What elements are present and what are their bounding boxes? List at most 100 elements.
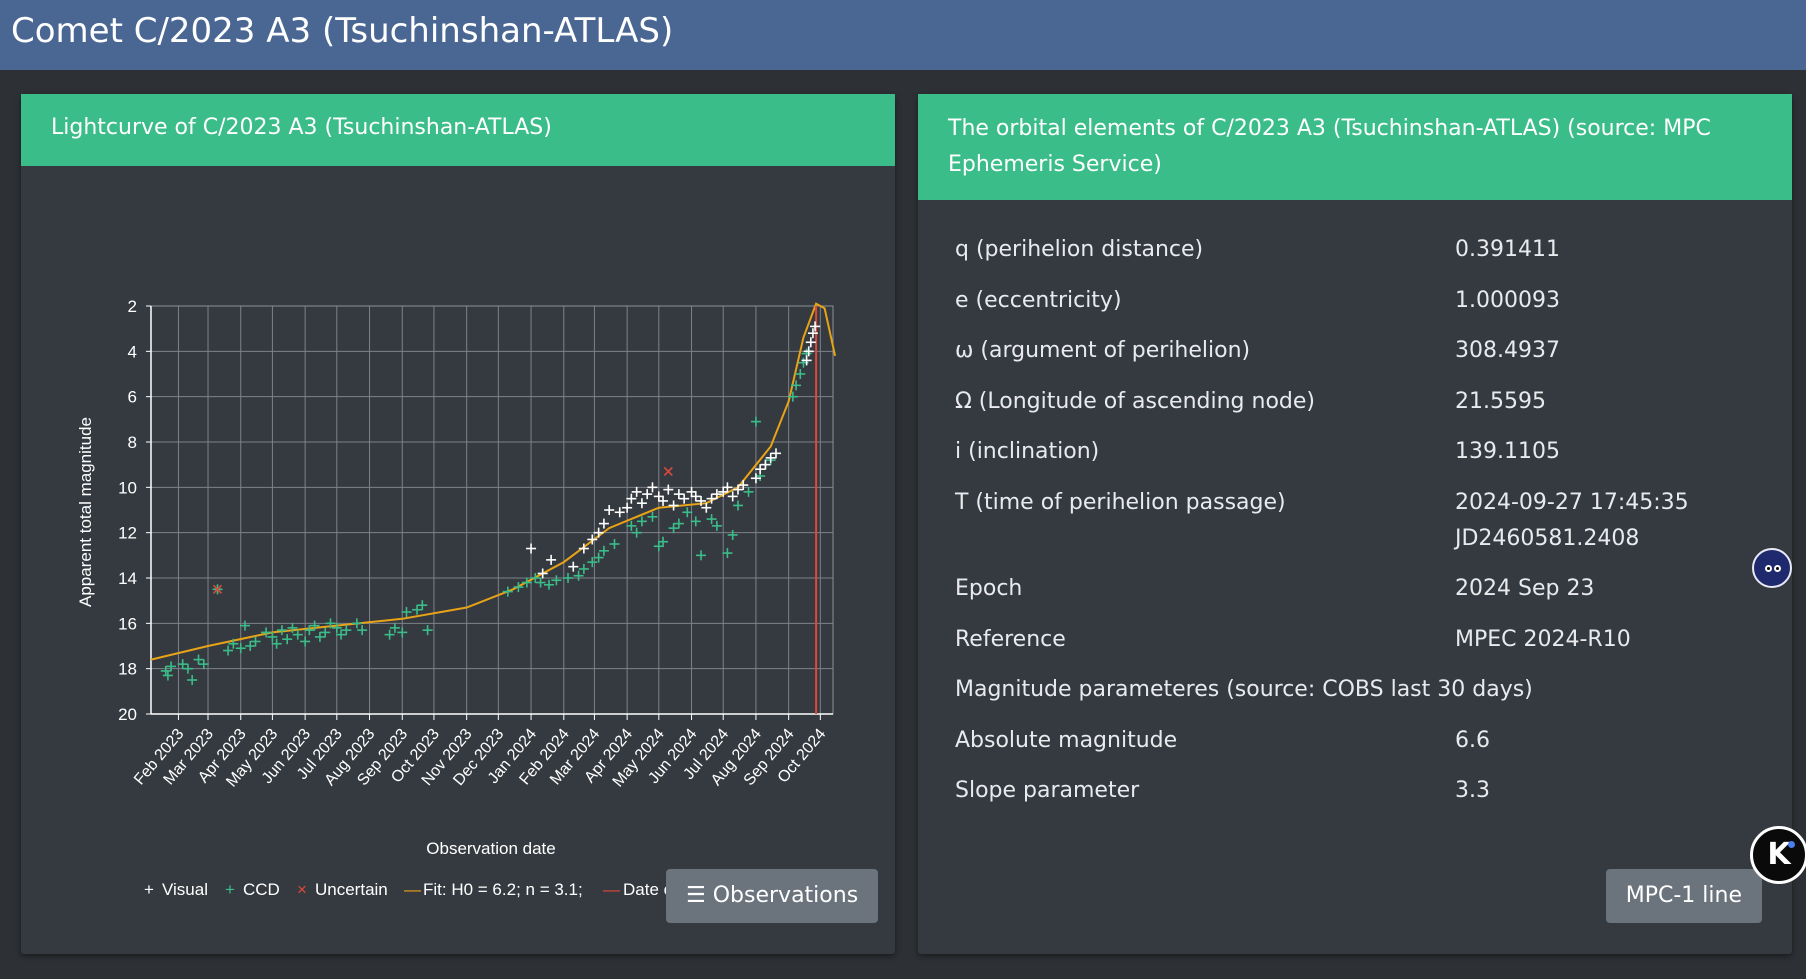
fit-curve (150, 302, 837, 661)
top-bar: Comet C/2023 A3 (Tsuchinshan-ATLAS) (0, 0, 1806, 70)
legend-fit: Fit: H0 = 6.2; n = 3.1; (423, 880, 583, 899)
ccd-point (341, 625, 352, 636)
ccd-point (314, 631, 325, 642)
observations-button[interactable]: ☰ Observations (666, 869, 879, 923)
visual-point (673, 489, 684, 500)
ccd-point (304, 625, 315, 636)
ccd-point (422, 625, 433, 636)
lightcurve-header: Lightcurve of C/2023 A3 (Tsuchinshan-ATL… (21, 94, 895, 166)
element-value: 6.6 (1455, 727, 1490, 753)
ccd-point (166, 661, 177, 672)
perihelion-jd: JD2460581.2408 (1455, 525, 1640, 551)
y-tick-label: 18 (118, 660, 137, 679)
ccd-point (502, 586, 513, 597)
visual-point (711, 489, 722, 500)
element-label: Epoch (955, 576, 1023, 601)
ccd-point (551, 575, 562, 586)
ccd-point (732, 500, 743, 511)
element-value: 2024-09-27 17:45:35 JD2460581.2408 (1455, 485, 1689, 557)
ccd-point (636, 516, 647, 527)
legend-uncertain-marker: × (297, 880, 307, 899)
visual-point (614, 507, 625, 518)
data-points-group (160, 321, 821, 685)
visual-point (668, 500, 679, 511)
visual-point (727, 491, 738, 502)
chart-grid (151, 305, 833, 715)
element-value: MPEC 2024-R10 (1455, 626, 1631, 652)
ccd-point (722, 548, 733, 559)
visual-point (631, 486, 642, 497)
ccd-point (162, 670, 173, 681)
ccd-point (598, 545, 609, 556)
ccd-point (743, 486, 754, 497)
legend-ccd-marker: + (225, 880, 235, 899)
element-value: 139.1105 (1455, 439, 1560, 464)
observations-button-label: Observations (712, 883, 859, 908)
ccd-point (673, 518, 684, 529)
visual-point (526, 543, 537, 554)
ccd-point (609, 539, 620, 549)
element-value: 3.3 (1455, 778, 1490, 803)
visual-point (760, 459, 771, 470)
k-extension-icon[interactable]: K (1750, 826, 1806, 884)
y-tick-label: 20 (118, 705, 137, 724)
page-title: Comet C/2023 A3 (Tsuchinshan-ATLAS) (11, 11, 674, 51)
x-tick-labels: Feb 2023Mar 2023Apr 2023May 2023Jun 2023… (131, 726, 829, 791)
visual-point (732, 484, 743, 495)
ccd-point (384, 629, 395, 640)
legend-ccd: CCD (243, 880, 280, 899)
ccd-point (668, 523, 679, 534)
visual-point (593, 527, 604, 538)
y-tick-label: 12 (118, 524, 137, 543)
y-tick-label: 8 (128, 433, 137, 452)
ccd-point (578, 563, 589, 574)
visual-point (663, 484, 674, 495)
magnitude-heading-row: Magnitude parameteres (source: COBS last… (955, 672, 1775, 708)
ccd-point (351, 618, 362, 629)
element-row: ω (argument of perihelion) 308.4937 (955, 333, 1775, 369)
visual-point (598, 518, 609, 529)
eye-icon (1774, 565, 1781, 572)
orbital-elements-card: The orbital elements of C/2023 A3 (Tsuch… (918, 94, 1792, 954)
list-icon: ☰ (686, 883, 706, 908)
element-row: i (inclination) 139.1105 (955, 434, 1775, 470)
y-tick-label: 2 (128, 297, 137, 316)
ccd-point (320, 627, 331, 638)
ccd-point (631, 527, 642, 538)
assistant-widget-icon[interactable] (1752, 548, 1792, 588)
element-value: 0.391411 (1455, 237, 1560, 262)
visual-point (803, 346, 814, 357)
ccd-point (235, 643, 246, 654)
element-label: T (time of perihelion passage) (955, 489, 1286, 515)
ccd-point (750, 416, 761, 427)
visual-point (537, 568, 548, 579)
legend-visual-marker: + (144, 880, 154, 899)
ccd-point (261, 627, 272, 638)
element-row: e (eccentricity) 1.000093 (955, 283, 1775, 319)
ccd-point (239, 620, 250, 631)
chart-axes (146, 305, 834, 720)
element-row: Absolute magnitude 6.6 (955, 723, 1775, 759)
orbital-elements-list: q (perihelion distance) 0.391411 e (ecce… (955, 232, 1775, 824)
element-value: 2024 Sep 23 (1455, 576, 1595, 601)
element-row: Slope parameter 3.3 (955, 773, 1775, 809)
ccd-point (223, 645, 234, 656)
element-value: 21.5595 (1455, 388, 1546, 414)
uncertain-point (663, 466, 673, 477)
visual-point (626, 493, 637, 504)
ccd-point (593, 552, 604, 563)
perihelion-time: 2024-09-27 17:45:35 (1455, 489, 1689, 515)
ccd-point (292, 629, 303, 640)
element-label: Slope parameter (955, 778, 1140, 803)
mpc-1-line-button[interactable]: MPC-1 line (1605, 869, 1762, 923)
visual-point (568, 561, 579, 572)
magnitude-heading: Magnitude parameteres (source: COBS last… (955, 677, 1533, 702)
element-label: Ω (Longitude of ascending node) (955, 388, 1315, 414)
element-row: Ω (Longitude of ascending node) 21.5595 (955, 384, 1775, 420)
element-value: 1.000093 (1455, 287, 1560, 313)
visual-point (642, 489, 653, 500)
y-tick-label: 14 (118, 569, 137, 588)
y-tick-label: 4 (128, 342, 137, 361)
element-label: Absolute magnitude (955, 727, 1178, 753)
element-label: ω (argument of perihelion) (955, 338, 1251, 363)
